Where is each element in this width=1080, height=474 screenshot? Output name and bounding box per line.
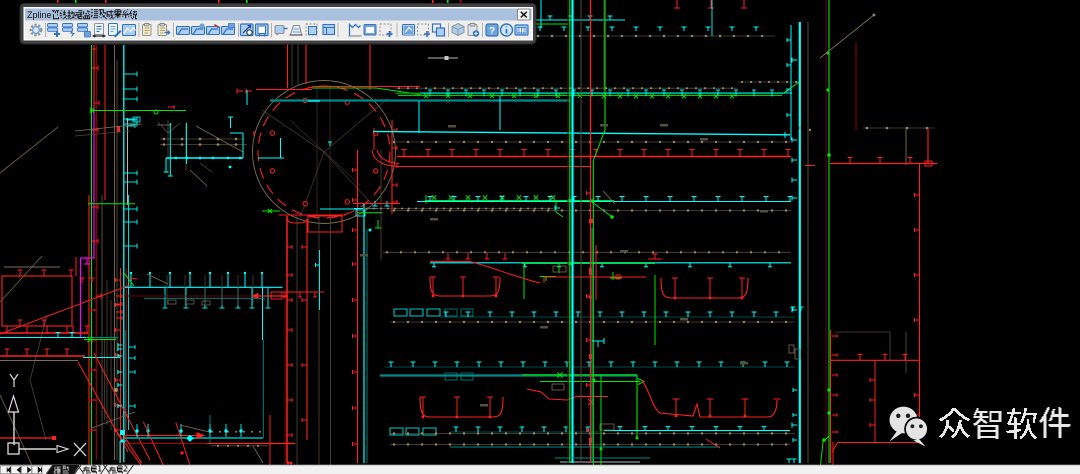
svg-text:?: ? — [489, 26, 495, 37]
svg-text:Zpline: Zpline — [27, 10, 52, 20]
